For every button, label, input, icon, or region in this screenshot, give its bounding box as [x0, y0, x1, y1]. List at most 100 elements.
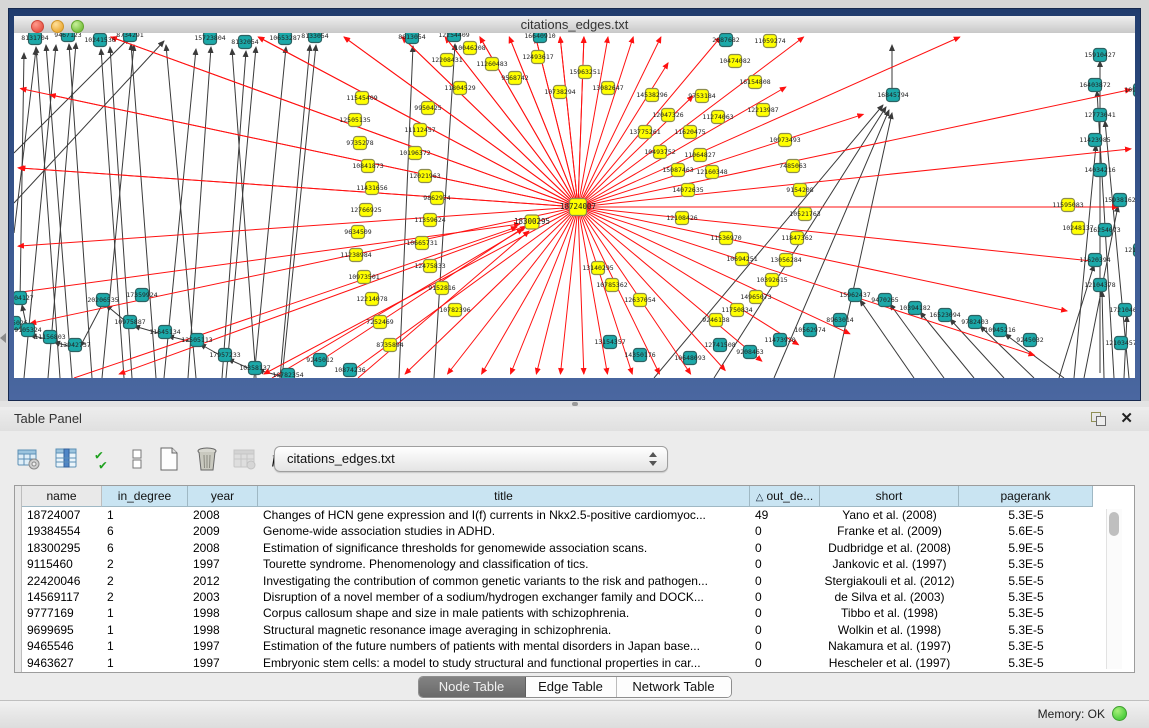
table-panel-header: Table Panel ✕ [0, 407, 1149, 432]
table-row[interactable]: 1938455462009Genome-wide association stu… [22, 523, 1093, 539]
column-header-year[interactable]: year [188, 486, 258, 507]
table-cell: 5.3E-5 [959, 589, 1093, 605]
tab-node-table[interactable]: Node Table [419, 677, 526, 697]
table-cell: 9463627 [22, 655, 102, 671]
table-row[interactable]: 946362711997Embryonic stem cells: a mode… [22, 655, 1093, 671]
column-header-pagerank[interactable]: pagerank [959, 486, 1093, 507]
table-settings-icon[interactable] [14, 444, 44, 474]
tab-edge-table[interactable]: Edge Table [526, 677, 617, 697]
graph-node-label: 17957233 [209, 351, 240, 359]
vertical-scrollbar[interactable] [1106, 509, 1122, 669]
column-header-short[interactable]: short [820, 486, 959, 507]
column-header-out-de-[interactable]: △out_de... [750, 486, 820, 507]
table-cell: 1997 [188, 655, 258, 671]
graph-node-label: 12637054 [624, 296, 655, 304]
graph-node-label: 13056284 [770, 256, 801, 264]
column-header-name[interactable]: name [22, 486, 102, 507]
graph-node-label: 12505113 [181, 336, 212, 344]
graph-node-label: 11804529 [444, 84, 475, 92]
table-cell: Tourette syndrome. Phenomenology and cla… [258, 556, 750, 572]
graph-node-label: 8604127 [14, 294, 34, 302]
panel-collapse-arrow-icon[interactable] [0, 333, 6, 343]
table-cell: 9777169 [22, 605, 102, 621]
unselect-all-icon[interactable] [128, 444, 146, 474]
table-rows: 1872400712008Changes of HCN gene express… [22, 507, 1093, 671]
graph-node-label: 13775261 [629, 128, 660, 136]
graph-node-label: 16782354 [272, 371, 303, 378]
graph-node-label: 9154208 [786, 186, 813, 194]
table-cell: 1 [102, 622, 188, 638]
table-cell: Nakamura et al. (1997) [820, 638, 959, 654]
graph-node-label: 13140295 [582, 264, 613, 272]
select-all-icon[interactable]: ✔✔ [90, 444, 120, 474]
column-header-title[interactable]: title [258, 486, 750, 507]
graph-node-label: 11274063 [702, 113, 733, 121]
graph-node-label: 10937241 [1124, 86, 1135, 94]
table-cell: 5.3E-5 [959, 507, 1093, 523]
status-bar: Memory: OK [0, 700, 1149, 728]
graph-node-label: 11238984 [340, 251, 371, 259]
graph-node-label: 14538296 [636, 91, 667, 99]
graph-node-label: 12104378 [1084, 281, 1115, 289]
graph-node-label: 10648093 [674, 354, 705, 362]
graph-node-label: 12505135 [339, 116, 370, 124]
float-panel-button[interactable] [1091, 412, 1105, 425]
graph-node-label: 16523094 [929, 311, 960, 319]
network-graph[interactable]: 8131704946712310241536873429115723804813… [14, 33, 1135, 378]
table-row[interactable]: 1872400712008Changes of HCN gene express… [22, 507, 1093, 523]
table-row[interactable]: 911546021997Tourette syndrome. Phenomeno… [22, 556, 1093, 572]
graph-node-label: 8963014 [826, 316, 853, 324]
graph-node-label: 18724007 [560, 202, 596, 211]
table-row[interactable]: 946554611997Estimation of the future num… [22, 638, 1093, 654]
window-titlebar[interactable]: citations_edges.txt [14, 16, 1135, 34]
graph-node-label: 10562974 [794, 326, 825, 334]
graph-node-label: 16254073 [1089, 226, 1120, 234]
table-cell: Structural magnetic resonance image aver… [258, 622, 750, 638]
close-panel-button[interactable]: ✕ [1120, 409, 1133, 427]
graph-node-label: 12493617 [522, 53, 553, 61]
table-cell: 1 [102, 655, 188, 671]
graph-node-label: 12021963 [409, 172, 440, 180]
table-cell: Embryonic stem cells: a model to study s… [258, 655, 750, 671]
node-table: namein_degreeyeartitle△out_de...shortpag… [14, 485, 1135, 673]
graph-node-label: 14965073 [740, 293, 771, 301]
column-header-in-degree[interactable]: in_degree [102, 486, 188, 507]
graph-node-label: 9208463 [736, 348, 763, 356]
network-view-window: citations_edges.txt 81317049467123102415… [8, 8, 1141, 401]
graph-node-label: 10358137 [239, 364, 270, 372]
graph-node-label: 9634509 [344, 228, 371, 236]
table-row[interactable]: 977716911998Corpus callosum shape and si… [22, 605, 1093, 621]
table-selector-dropdown[interactable]: citations_edges.txt [274, 446, 668, 472]
graph-node-label: 10521763 [789, 210, 820, 218]
delete-table-icon[interactable] [192, 444, 222, 474]
graph-node-label: 10973501 [348, 273, 379, 281]
table-row[interactable]: 1456911722003Disruption of a novel membe… [22, 589, 1093, 605]
table-row[interactable]: 2242004622012Investigating the contribut… [22, 573, 1093, 589]
table-row[interactable]: 969969511998Structural magnetic resonanc… [22, 622, 1093, 638]
split-handle-icon[interactable] [572, 402, 578, 406]
graph-node-label: 10665731 [406, 239, 437, 247]
table-cell: Wolkin et al. (1998) [820, 622, 959, 638]
table-cell: 0 [750, 573, 820, 589]
table-cell: 5.6E-5 [959, 523, 1093, 539]
network-canvas[interactable]: 8131704946712310241536873429115723804813… [14, 33, 1135, 378]
row-header-gutter [15, 486, 22, 672]
table-cell: Genome-wide association studies in ADHD. [258, 523, 750, 539]
scrollbar-thumb[interactable] [1109, 512, 1119, 536]
table-cell: Franke et al. (2009) [820, 523, 959, 539]
select-column-icon[interactable] [52, 444, 82, 474]
table-row[interactable]: 1830029562008Estimation of significance … [22, 540, 1093, 556]
table-cell: 1 [102, 638, 188, 654]
new-table-icon[interactable] [154, 444, 184, 474]
graph-node-label: 11112457 [404, 126, 435, 134]
table-panel-body: ✔✔ f(x) citations_edges.txt namein_degre… [0, 431, 1149, 700]
graph-node-label: 11595083 [1052, 201, 1083, 209]
graph-node-label: 11423985 [1079, 136, 1110, 144]
graph-node-label: 12160348 [696, 168, 727, 176]
delete-column-icon[interactable] [230, 444, 260, 474]
table-cell: 6 [102, 540, 188, 556]
graph-node-label: 13942737 [59, 341, 90, 349]
table-cell: 5.3E-5 [959, 638, 1093, 654]
graph-node-label: 18300295 [514, 217, 550, 226]
tab-network-table[interactable]: Network Table [617, 677, 731, 697]
